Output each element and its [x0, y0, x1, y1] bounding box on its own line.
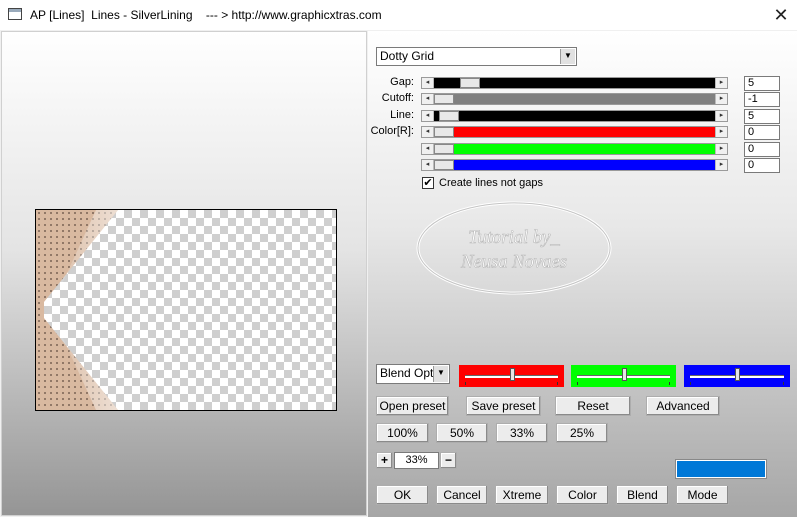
xtreme-button[interactable]: Xtreme — [495, 485, 549, 505]
slider-fill — [454, 160, 715, 170]
arrow-left-icon[interactable]: ◂ — [422, 111, 434, 121]
preview-canvas[interactable] — [35, 209, 337, 411]
create-lines-checkbox[interactable]: ✔ — [422, 177, 434, 189]
arrow-left-icon[interactable]: ◂ — [422, 144, 434, 154]
zoom-33-button[interactable]: 33% — [496, 423, 548, 443]
slider-track[interactable]: ◂ ▸ — [421, 110, 728, 122]
reset-button[interactable]: Reset — [555, 396, 631, 416]
slider-track[interactable]: ◂ ▸ — [421, 126, 728, 138]
arrow-left-icon[interactable]: ◂ — [422, 94, 434, 104]
zoom-in-button[interactable]: + — [376, 452, 393, 469]
slider-thumb[interactable] — [434, 127, 454, 137]
preset-dropdown[interactable]: Dotty Grid ▼ — [376, 47, 577, 66]
chevron-down-icon[interactable]: ▼ — [433, 366, 448, 382]
ok-button[interactable]: OK — [376, 485, 429, 505]
slider-fill — [454, 94, 715, 104]
watermark-line1: Tutorial by_ — [468, 227, 560, 248]
slider-fill — [480, 78, 715, 88]
preview-image — [36, 210, 118, 410]
slider-value-field[interactable]: 0 — [744, 158, 780, 173]
zoom-value-field[interactable]: 33% — [394, 452, 439, 469]
channel-color-box[interactable] — [459, 365, 564, 387]
save-preset-button[interactable]: Save preset — [466, 396, 541, 416]
mini-slider-ticks — [465, 382, 558, 385]
slider-track[interactable]: ◂ ▸ — [421, 77, 728, 89]
mini-slider-thumb[interactable] — [622, 368, 627, 381]
zoom-100-button[interactable]: 100% — [376, 423, 429, 443]
watermark-logo: Tutorial by_ Neusa Novaes — [416, 201, 612, 295]
color-button[interactable]: Color — [556, 485, 609, 505]
arrow-right-icon[interactable]: ▸ — [715, 144, 727, 154]
arrow-right-icon[interactable]: ▸ — [715, 160, 727, 170]
arrow-left-icon[interactable]: ◂ — [422, 127, 434, 137]
slider-track[interactable]: ◂ ▸ — [421, 143, 728, 155]
slider-fill — [459, 111, 715, 121]
slider-thumb[interactable] — [434, 160, 454, 170]
slider-label: Gap: — [390, 76, 414, 88]
zoom-25-button[interactable]: 25% — [556, 423, 608, 443]
arrow-right-icon[interactable]: ▸ — [715, 127, 727, 137]
blend-options-dropdown[interactable]: Blend Optio ▼ — [376, 364, 450, 384]
arrow-right-icon[interactable]: ▸ — [715, 111, 727, 121]
arrow-right-icon[interactable]: ▸ — [715, 78, 727, 88]
arrow-right-icon[interactable]: ▸ — [715, 94, 727, 104]
slider-thumb[interactable] — [439, 111, 459, 121]
slider-label: Line: — [390, 109, 414, 121]
slider-value-field[interactable]: 5 — [744, 76, 780, 91]
mode-button[interactable]: Mode — [676, 485, 729, 505]
slider-thumb[interactable] — [434, 94, 454, 104]
advanced-button[interactable]: Advanced — [646, 396, 720, 416]
slider-label: Cutoff: — [381, 92, 414, 104]
slider-value-field[interactable]: 5 — [744, 109, 780, 124]
slider-value-field[interactable]: 0 — [744, 142, 780, 157]
slider-track[interactable]: ◂ ▸ — [421, 93, 728, 105]
arrow-left-icon[interactable]: ◂ — [422, 160, 434, 170]
mini-slider-thumb[interactable] — [735, 368, 740, 381]
cancel-button[interactable]: Cancel — [436, 485, 488, 505]
slider-value-field[interactable]: -1 — [744, 92, 780, 107]
color-swatch[interactable] — [676, 460, 766, 478]
slider-value-field[interactable]: 0 — [744, 125, 780, 140]
mini-slider-thumb[interactable] — [510, 368, 515, 381]
mini-slider-ticks — [690, 382, 784, 385]
slider-track[interactable]: ◂ ▸ — [421, 159, 728, 171]
create-lines-label: Create lines not gaps — [439, 177, 543, 189]
chevron-down-icon[interactable]: ▼ — [560, 49, 575, 64]
channel-color-box[interactable] — [571, 365, 676, 387]
arrow-left-icon[interactable]: ◂ — [422, 78, 434, 88]
slider-thumb[interactable] — [460, 78, 480, 88]
mini-slider-ticks — [577, 382, 670, 385]
zoom-out-button[interactable]: − — [440, 452, 457, 469]
preview-panel — [1, 31, 367, 516]
zoom-50-button[interactable]: 50% — [436, 423, 488, 443]
app-icon — [8, 8, 22, 20]
title-bar: AP [Lines] Lines - SilverLining --- > ht… — [0, 0, 797, 30]
close-icon[interactable]: ✕ — [767, 2, 795, 28]
window-title: AP [Lines] Lines - SilverLining --- > ht… — [30, 8, 382, 22]
preset-dropdown-value: Dotty Grid — [380, 49, 435, 63]
channel-color-box[interactable] — [684, 365, 790, 387]
slider-fill — [454, 127, 715, 137]
watermark-line2: Neusa Novaes — [460, 252, 567, 273]
blend-button[interactable]: Blend — [616, 485, 669, 505]
slider-thumb[interactable] — [434, 144, 454, 154]
slider-label: Color[R]: — [370, 125, 414, 137]
open-preset-button[interactable]: Open preset — [376, 396, 449, 416]
slider-fill-left — [434, 78, 460, 88]
slider-fill — [454, 144, 715, 154]
